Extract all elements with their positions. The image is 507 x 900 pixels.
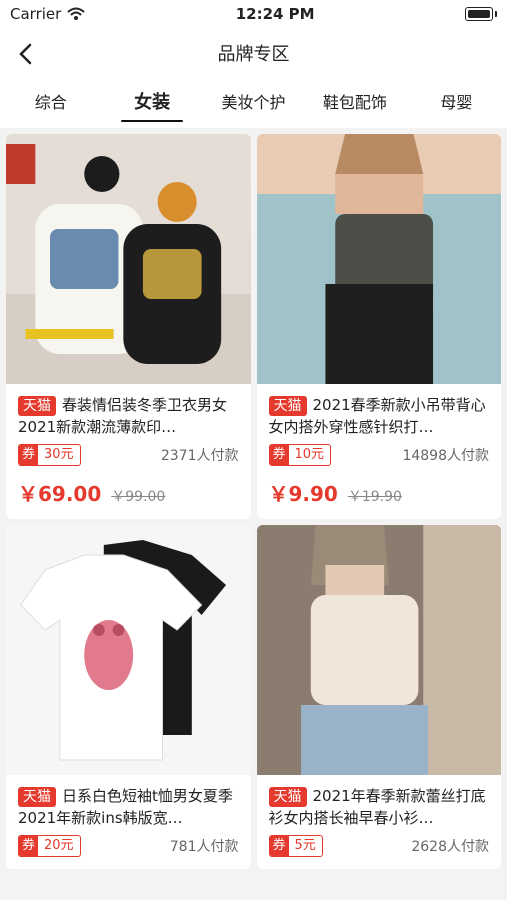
back-button[interactable] — [12, 40, 40, 68]
tab-comprehensive[interactable]: 综合 — [0, 78, 101, 128]
original-price: ￥19.90 — [347, 489, 402, 505]
tmall-tag: 天猫 — [268, 787, 307, 807]
wifi-icon — [67, 7, 85, 20]
coupon-badge[interactable]: 券 30元 — [18, 444, 81, 466]
current-price: ￥69.00 — [18, 482, 102, 506]
product-card[interactable]: 天猫 日系白色短袖t恤男女夏季2021年新款ins韩版宽… 券 20元 781人付款 — [6, 525, 251, 869]
tab-shoes-bags[interactable]: 鞋包配饰 — [304, 78, 405, 128]
status-bar: Carrier 12:24 PM — [0, 0, 507, 28]
couple-sweatshirts-photo — [6, 134, 251, 384]
status-left: Carrier — [10, 5, 85, 23]
current-price: ￥9.90 — [268, 482, 338, 506]
product-image — [256, 134, 501, 384]
tmall-tag: 天猫 — [18, 787, 56, 807]
carrier-label: Carrier — [10, 5, 62, 23]
original-price: ￥99.00 — [111, 489, 166, 505]
product-grid: 天猫 春装情侣装冬季卫衣男女2021新款潮流薄款印… 券 30元 2371人付款 ￥… — [0, 128, 507, 875]
sold-count: 14898人付款 — [402, 448, 489, 464]
price-row: ￥9.90 ￥19.90 — [269, 478, 490, 507]
camisole-photo — [256, 134, 501, 384]
tab-baby[interactable]: 母婴 — [406, 78, 507, 128]
tab-beauty[interactable]: 美妆个护 — [203, 78, 304, 128]
coupon-badge[interactable]: 券 5元 — [268, 835, 323, 857]
sold-count: 2371人付款 — [160, 448, 239, 464]
product-card[interactable]: 天猫 2021年春季新款蕾丝打底衫女内搭长袖早春小衫… 券 5元 2628人付款 — [256, 525, 501, 869]
product-card[interactable]: 天猫 2021春季新款小吊带背心女内搭外穿性感针织打… 券 10元 14898人付款… — [256, 134, 501, 519]
sold-count: 2628人付款 — [411, 839, 489, 855]
tmall-tag: 天猫 — [18, 396, 56, 416]
coupon-badge[interactable]: 券 20元 — [18, 835, 81, 857]
coupon-badge[interactable]: 券 10元 — [268, 444, 332, 466]
tshirts-photo — [6, 525, 251, 775]
sold-count: 781人付款 — [169, 839, 239, 855]
clock: 12:24 PM — [235, 5, 315, 23]
product-image — [256, 525, 501, 775]
product-image — [6, 134, 251, 384]
product-card[interactable]: 天猫 春装情侣装冬季卫衣男女2021新款潮流薄款印… 券 30元 2371人付款 ￥… — [6, 134, 251, 519]
nav-bar: 品牌专区 — [0, 28, 507, 78]
battery-icon — [464, 7, 493, 21]
chevron-left-icon — [19, 43, 32, 65]
price-row: ￥69.00 ￥99.00 — [18, 478, 239, 507]
lace-top-photo — [256, 525, 501, 775]
tmall-tag: 天猫 — [268, 396, 307, 416]
page-title: 品牌专区 — [217, 44, 290, 65]
category-tabs: 综合 女装 美妆个护 鞋包配饰 母婴 — [0, 78, 507, 128]
tab-womens[interactable]: 女装 — [101, 78, 202, 128]
product-image — [6, 525, 251, 775]
battery-indicator — [464, 7, 497, 21]
